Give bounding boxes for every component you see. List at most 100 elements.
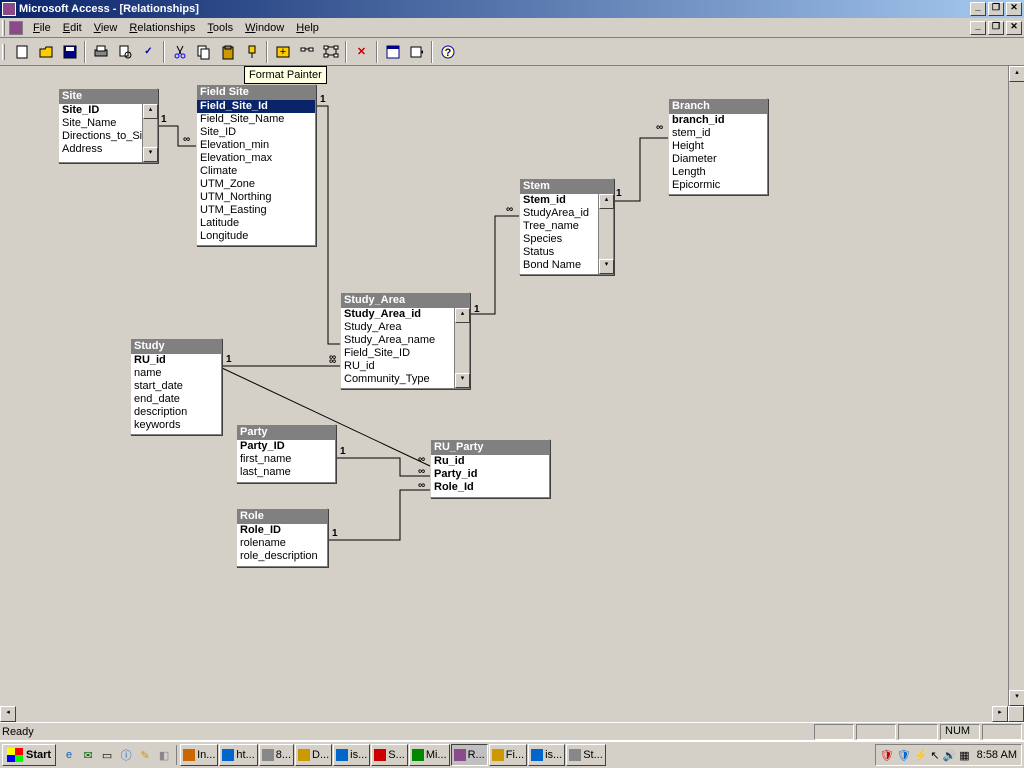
field[interactable]: rolename <box>237 537 327 550</box>
table-title[interactable]: Branch <box>669 99 767 114</box>
table-role[interactable]: Role Role_ID rolename role_description <box>236 508 328 567</box>
show-table-button[interactable]: + <box>271 41 294 63</box>
scroll-right-button[interactable]: ▸ <box>992 706 1008 722</box>
ql-ie-icon[interactable]: e <box>60 745 78 765</box>
field[interactable]: Longitude <box>197 230 315 243</box>
scroll-left-button[interactable]: ◂ <box>0 706 16 722</box>
task-button[interactable]: Fi... <box>489 744 527 766</box>
field[interactable]: Site_Name <box>59 117 142 130</box>
tray-vol-icon[interactable]: 🔊 <box>943 749 957 762</box>
field[interactable]: Directions_to_Si <box>59 130 142 143</box>
mdi-close-button[interactable]: ✕ <box>1006 21 1022 35</box>
field[interactable]: Bond Name <box>520 259 598 272</box>
table-title[interactable]: Field Site <box>197 85 315 100</box>
table-title[interactable]: Party <box>237 425 335 440</box>
field[interactable]: Ru_id <box>431 455 549 468</box>
task-button[interactable]: R... <box>451 744 488 766</box>
field[interactable]: Site_ID <box>197 126 315 139</box>
tray-clock[interactable]: 8:58 AM <box>977 749 1017 761</box>
ql-info-icon[interactable]: ⓘ <box>117 745 135 765</box>
field[interactable]: UTM_Northing <box>197 191 315 204</box>
clear-layout-button[interactable]: ✕ <box>350 41 373 63</box>
field[interactable]: Address <box>59 143 142 156</box>
task-button[interactable]: 8... <box>259 744 294 766</box>
field[interactable]: Stem_id <box>520 194 598 207</box>
field[interactable]: Diameter <box>669 153 767 166</box>
table-scrollbar[interactable]: ▴▾ <box>142 104 157 162</box>
ql-desktop-icon[interactable]: ▭ <box>98 745 116 765</box>
menu-relationships[interactable]: Relationships <box>123 20 201 36</box>
table-stem[interactable]: Stem Stem_id StudyArea_id Tree_name Spec… <box>519 178 614 275</box>
field[interactable]: UTM_Zone <box>197 178 315 191</box>
task-button[interactable]: D... <box>295 744 332 766</box>
print-button[interactable] <box>89 41 112 63</box>
task-button[interactable]: is... <box>333 744 370 766</box>
close-button[interactable]: ✕ <box>1006 2 1022 16</box>
field[interactable]: Role_Id <box>431 481 549 494</box>
table-study[interactable]: Study RU_id name start_date end_date des… <box>130 338 222 435</box>
field[interactable]: Height <box>669 140 767 153</box>
field[interactable]: Species <box>520 233 598 246</box>
field[interactable]: Study_Area <box>341 321 454 334</box>
field[interactable]: Elevation_min <box>197 139 315 152</box>
ql-app-icon[interactable]: ✎ <box>136 745 154 765</box>
table-scrollbar[interactable]: ▴▾ <box>598 194 613 274</box>
field[interactable]: RU_id <box>131 354 221 367</box>
table-ruparty[interactable]: RU_Party Ru_id Party_id Role_Id <box>430 439 550 498</box>
ql-app2-icon[interactable]: ◧ <box>155 745 173 765</box>
menu-grip[interactable] <box>2 20 5 36</box>
minimize-button[interactable]: _ <box>970 2 986 16</box>
table-branch[interactable]: Branch branch_id stem_id Height Diameter… <box>668 98 768 195</box>
menu-edit[interactable]: Edit <box>57 20 88 36</box>
field[interactable]: Epicormic <box>669 179 767 192</box>
field[interactable]: role_description <box>237 550 327 563</box>
show-all-button[interactable] <box>319 41 342 63</box>
menu-tools[interactable]: Tools <box>201 20 239 36</box>
tray-net-icon[interactable]: ▦ <box>959 749 969 762</box>
field[interactable]: UTM_Easting <box>197 204 315 217</box>
field[interactable]: Site_ID <box>59 104 142 117</box>
task-button[interactable]: St... <box>566 744 606 766</box>
ql-outlook-icon[interactable]: ✉ <box>79 745 97 765</box>
mdi-restore-button[interactable]: ❐ <box>988 21 1004 35</box>
open-button[interactable] <box>34 41 57 63</box>
menu-file[interactable]: File <box>27 20 57 36</box>
field[interactable]: Study_Area_name <box>341 334 454 347</box>
canvas-vscroll[interactable]: ▴ ▾ <box>1008 66 1024 706</box>
show-direct-button[interactable] <box>295 41 318 63</box>
relationships-canvas[interactable]: 1 ∞ 1 ∞ 1 ∞ 1 ∞ 1 ∞ ∞ ∞ ∞ 1 1 Site Site_… <box>0 66 1008 706</box>
menu-window[interactable]: Window <box>239 20 290 36</box>
tray-shield-icon[interactable]: 🛡 <box>880 749 894 762</box>
menu-view[interactable]: View <box>88 20 124 36</box>
field[interactable]: StudyArea_id <box>520 207 598 220</box>
copy-button[interactable] <box>192 41 215 63</box>
system-tray[interactable]: 🛡 🛡 ⚡ ↖ 🔊 ▦ 8:58 AM <box>875 744 1022 766</box>
field[interactable]: branch_id <box>669 114 767 127</box>
tray-bolt-icon[interactable]: ⚡ <box>914 749 928 762</box>
field[interactable]: Elevation_max <box>197 152 315 165</box>
start-button[interactable]: Start <box>2 744 56 766</box>
field[interactable]: Field_Site_Id <box>197 100 315 113</box>
field[interactable]: Status <box>520 246 598 259</box>
field[interactable]: last_name <box>237 466 335 479</box>
new-button[interactable] <box>10 41 33 63</box>
field[interactable]: start_date <box>131 380 221 393</box>
table-title[interactable]: Study_Area <box>341 293 469 308</box>
field[interactable]: keywords <box>131 419 221 432</box>
task-button[interactable]: ht... <box>219 744 257 766</box>
field[interactable]: Climate <box>197 165 315 178</box>
field[interactable]: Latitude <box>197 217 315 230</box>
spelling-button[interactable]: ✓ <box>137 41 160 63</box>
task-button[interactable]: S... <box>371 744 408 766</box>
table-title[interactable]: RU_Party <box>431 440 549 455</box>
cut-button[interactable] <box>168 41 191 63</box>
field[interactable]: stem_id <box>669 127 767 140</box>
table-title[interactable]: Site <box>59 89 157 104</box>
field[interactable]: Field_Site_Name <box>197 113 315 126</box>
field[interactable]: first_name <box>237 453 335 466</box>
table-party[interactable]: Party Party_ID first_name last_name <box>236 424 336 483</box>
new-object-button[interactable] <box>405 41 428 63</box>
field[interactable]: description <box>131 406 221 419</box>
paste-button[interactable] <box>216 41 239 63</box>
field[interactable]: Party_ID <box>237 440 335 453</box>
